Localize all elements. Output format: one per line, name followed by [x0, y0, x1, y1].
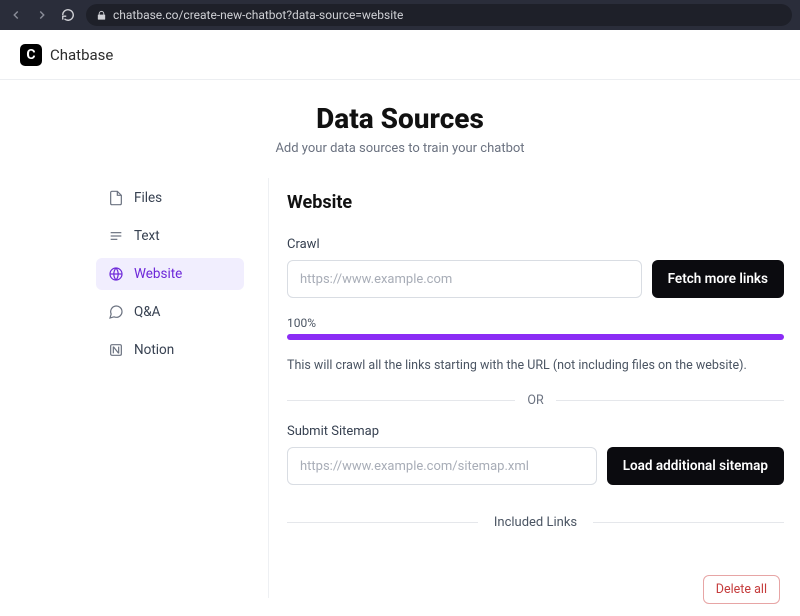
chat-icon [108, 304, 124, 320]
sitemap-url-input[interactable] [287, 447, 597, 485]
sidebar-item-label: Website [134, 266, 182, 282]
sidebar: Files Text Website Q&A [96, 178, 244, 598]
brand-name[interactable]: Chatbase [50, 46, 113, 64]
sidebar-item-website[interactable]: Website [96, 258, 244, 290]
progress-fill [287, 334, 784, 340]
sidebar-item-label: Files [134, 190, 162, 206]
file-icon [108, 190, 124, 206]
url-text: chatbase.co/create-new-chatbot?data-sour… [113, 8, 403, 22]
divider-line [287, 522, 478, 523]
sitemap-label: Submit Sitemap [287, 424, 784, 439]
divider-text: OR [515, 393, 555, 408]
notion-icon [108, 342, 124, 358]
panel-title: Website [287, 192, 784, 213]
crawl-url-input[interactable] [287, 260, 642, 298]
refresh-icon[interactable] [60, 8, 76, 22]
text-icon [108, 228, 124, 244]
sidebar-item-text[interactable]: Text [96, 220, 244, 252]
included-links-label: Included Links [478, 515, 593, 530]
app-header: C Chatbase [0, 30, 800, 80]
delete-all-button[interactable]: Delete all [703, 575, 780, 604]
load-sitemap-button[interactable]: Load additional sitemap [607, 447, 784, 485]
crawl-progress: 100% [287, 316, 784, 340]
crawl-help-text: This will crawl all the links starting w… [287, 358, 784, 373]
page-subtitle: Add your data sources to train your chat… [0, 141, 800, 156]
sidebar-item-notion[interactable]: Notion [96, 334, 244, 366]
progress-bar [287, 334, 784, 340]
divider-line [593, 522, 784, 523]
sidebar-item-label: Q&A [134, 304, 161, 320]
divider-line [287, 400, 515, 401]
back-arrow-icon[interactable] [8, 8, 24, 22]
brand-logo[interactable]: C [20, 44, 42, 66]
globe-icon [108, 266, 124, 282]
progress-label: 100% [287, 316, 784, 330]
url-bar[interactable]: chatbase.co/create-new-chatbot?data-sour… [86, 4, 792, 26]
browser-chrome: chatbase.co/create-new-chatbot?data-sour… [0, 0, 800, 30]
website-panel: Website Crawl Fetch more links 100% This… [268, 178, 784, 598]
forward-arrow-icon[interactable] [34, 8, 50, 22]
crawl-label: Crawl [287, 237, 784, 252]
divider-line [556, 400, 784, 401]
lock-icon [96, 10, 107, 21]
page-hero: Data Sources Add your data sources to tr… [0, 80, 800, 170]
sidebar-item-qa[interactable]: Q&A [96, 296, 244, 328]
sidebar-item-label: Text [134, 228, 160, 244]
divider-or: OR [287, 393, 784, 408]
sidebar-item-label: Notion [134, 342, 174, 358]
included-links-divider: Included Links [287, 515, 784, 530]
sidebar-item-files[interactable]: Files [96, 182, 244, 214]
page-title: Data Sources [0, 102, 800, 135]
fetch-links-button[interactable]: Fetch more links [652, 260, 784, 298]
